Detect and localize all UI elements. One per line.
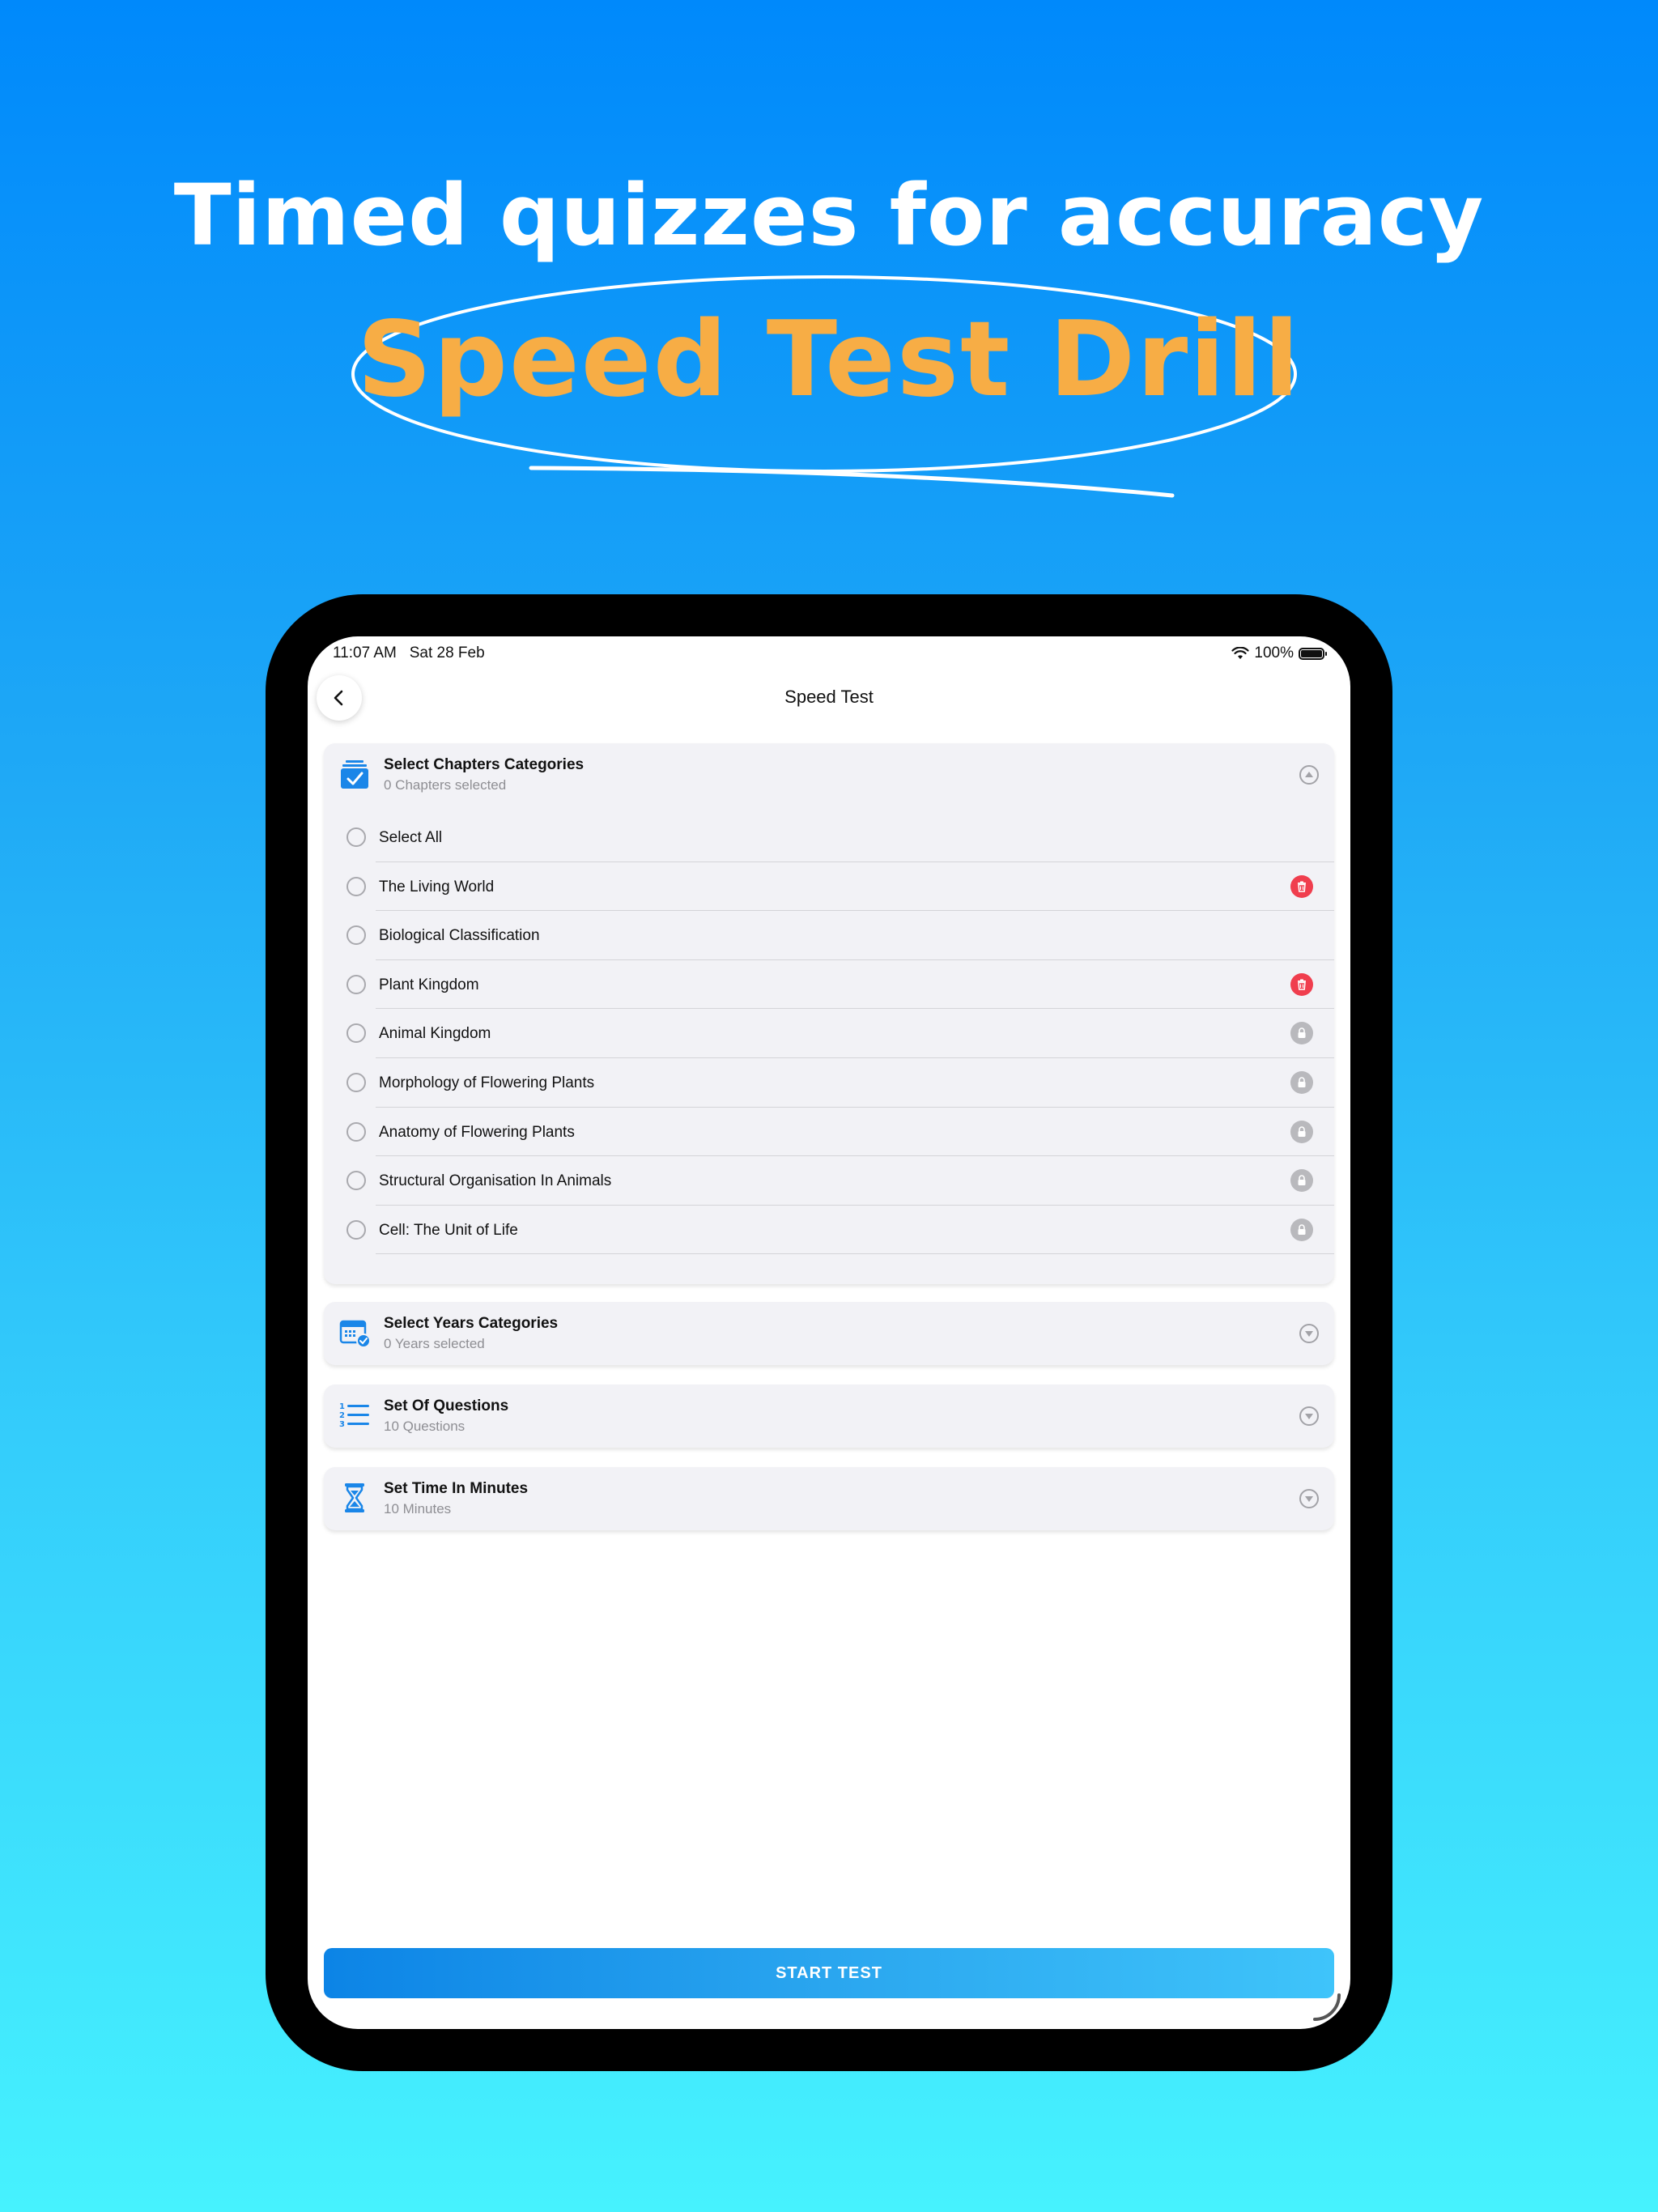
radio-button[interactable] bbox=[346, 1219, 366, 1240]
chapter-label: The Living World bbox=[379, 878, 495, 895]
trash-icon[interactable] bbox=[1290, 874, 1313, 898]
chapter-label: Plant Kingdom bbox=[379, 976, 479, 993]
lock-icon bbox=[1290, 1169, 1313, 1193]
collapse-chevron-icon[interactable] bbox=[1299, 764, 1320, 785]
radio-button[interactable] bbox=[346, 1072, 366, 1092]
lock-icon bbox=[1290, 1218, 1313, 1241]
battery-icon bbox=[1299, 647, 1327, 660]
chapter-label: Morphology of Flowering Plants bbox=[379, 1074, 595, 1091]
svg-text:3: 3 bbox=[339, 1420, 345, 1429]
chapters-subtitle: 0 Chapters selected bbox=[384, 777, 507, 793]
chapter-row[interactable]: Structural Organisation In Animals bbox=[324, 1156, 1334, 1206]
status-bar: 11:07 AM Sat 28 Feb 100% bbox=[308, 636, 1350, 672]
years-subtitle: 0 Years selected bbox=[384, 1336, 485, 1351]
svg-text:1: 1 bbox=[339, 1402, 345, 1411]
years-section[interactable]: Select Years Categories 0 Years selected bbox=[324, 1302, 1334, 1365]
expand-chevron-icon[interactable] bbox=[1299, 1488, 1320, 1509]
chapter-label: Structural Organisation In Animals bbox=[379, 1172, 612, 1190]
chapter-label: Biological Classification bbox=[379, 927, 540, 945]
chapter-label: Cell: The Unit of Life bbox=[379, 1221, 518, 1239]
lock-icon bbox=[1290, 1022, 1313, 1045]
resize-corner-icon bbox=[1313, 1993, 1341, 2021]
status-time: 11:07 AM Sat 28 Feb bbox=[333, 644, 485, 662]
promo-headline: Timed quizzes for accuracy bbox=[173, 166, 1485, 265]
chapter-row[interactable]: Animal Kingdom bbox=[324, 1009, 1334, 1058]
chapter-label: Animal Kingdom bbox=[379, 1025, 491, 1043]
radio-button[interactable] bbox=[346, 1023, 366, 1044]
radio-button[interactable] bbox=[346, 925, 366, 946]
questions-title: Set Of Questions bbox=[384, 1397, 509, 1414]
app-screen: 11:07 AM Sat 28 Feb 100% Speed Test Sele… bbox=[308, 636, 1350, 2029]
radio-button[interactable] bbox=[346, 876, 366, 896]
questions-subtitle: 10 Questions bbox=[384, 1419, 466, 1434]
chapters-section: Select Chapters Categories 0 Chapters se… bbox=[324, 743, 1334, 1284]
chapter-row[interactable]: Morphology of Flowering Plants bbox=[324, 1058, 1334, 1108]
questions-section[interactable]: 1 2 3 Set Of Questions 10 Questions bbox=[324, 1385, 1334, 1448]
chapter-row[interactable]: Biological Classification bbox=[324, 911, 1334, 960]
row-divider bbox=[376, 1253, 1334, 1255]
expand-chevron-icon[interactable] bbox=[1299, 1323, 1320, 1344]
chapter-row[interactable]: Anatomy of Flowering Plants bbox=[324, 1108, 1334, 1157]
checklist-icon bbox=[341, 760, 368, 789]
svg-text:2: 2 bbox=[339, 1411, 345, 1420]
radio-button[interactable] bbox=[346, 1171, 366, 1191]
radio-button[interactable] bbox=[346, 827, 366, 847]
chapter-row[interactable]: Cell: The Unit of Life bbox=[324, 1206, 1334, 1255]
calendar-check-icon bbox=[339, 1320, 371, 1348]
tablet-frame: 11:07 AM Sat 28 Feb 100% Speed Test Sele… bbox=[266, 594, 1392, 2071]
battery-percent: 100% bbox=[1254, 644, 1294, 661]
years-title: Select Years Categories bbox=[384, 1315, 559, 1332]
chapters-title: Select Chapters Categories bbox=[384, 756, 585, 773]
status-right: 100% bbox=[1231, 644, 1327, 662]
chapter-label: Select All bbox=[379, 829, 443, 846]
radio-button[interactable] bbox=[346, 1121, 366, 1142]
chapter-row[interactable]: Select All bbox=[324, 813, 1334, 862]
time-title: Set Time In Minutes bbox=[384, 1480, 529, 1497]
chapters-header[interactable]: Select Chapters Categories 0 Chapters se… bbox=[324, 743, 1334, 806]
radio-button[interactable] bbox=[346, 974, 366, 994]
lock-icon bbox=[1290, 1120, 1313, 1143]
page-title: Speed Test bbox=[784, 687, 874, 707]
status-clock: 11:07 AM bbox=[333, 644, 397, 661]
time-subtitle: 10 Minutes bbox=[384, 1501, 452, 1516]
numbered-list-icon: 1 2 3 bbox=[339, 1402, 369, 1429]
chapter-row[interactable]: The Living World bbox=[324, 862, 1334, 912]
nav-bar: Speed Test bbox=[308, 672, 1350, 737]
hourglass-icon bbox=[345, 1483, 364, 1512]
lock-icon bbox=[1290, 1070, 1313, 1094]
time-section[interactable]: Set Time In Minutes 10 Minutes bbox=[324, 1467, 1334, 1530]
wifi-icon bbox=[1231, 647, 1249, 659]
status-date: Sat 28 Feb bbox=[409, 644, 485, 661]
expand-chevron-icon[interactable] bbox=[1299, 1406, 1320, 1427]
chapter-row[interactable]: Plant Kingdom bbox=[324, 960, 1334, 1010]
promo-subheadline: Speed Test Drill bbox=[357, 300, 1301, 420]
chapter-list: Select All The Living World Biological Cla… bbox=[324, 813, 1334, 1257]
chapter-label: Anatomy of Flowering Plants bbox=[379, 1123, 575, 1141]
start-test-button[interactable]: START TEST bbox=[324, 1948, 1334, 1998]
trash-icon[interactable] bbox=[1290, 972, 1313, 996]
